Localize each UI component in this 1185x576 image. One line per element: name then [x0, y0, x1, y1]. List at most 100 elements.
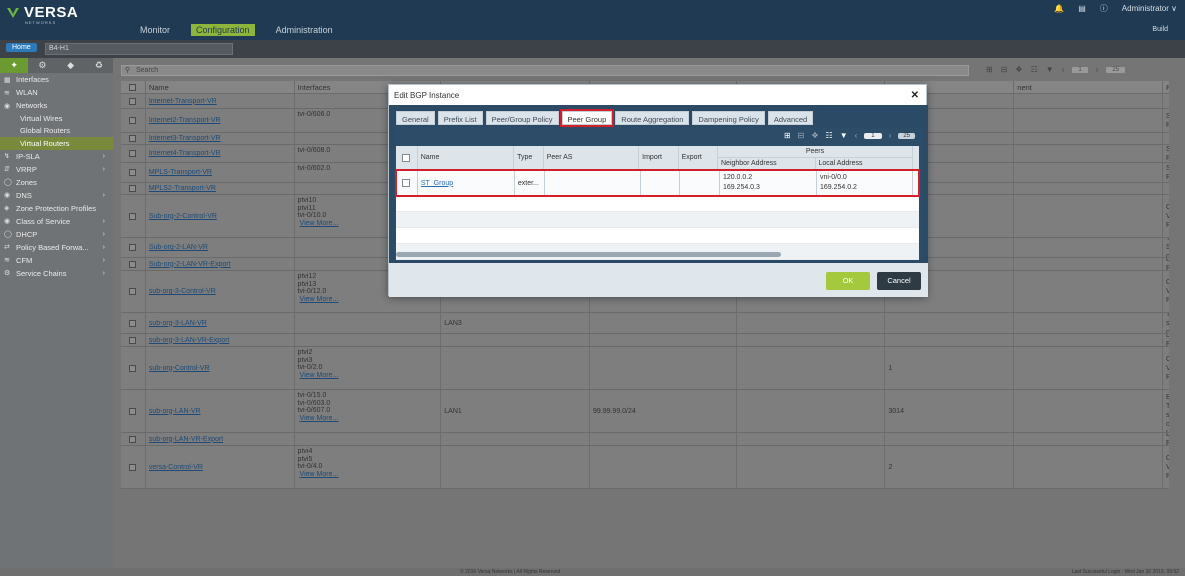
tab-prefix-list[interactable]: Prefix List	[437, 111, 483, 125]
row-checkbox[interactable]	[129, 364, 137, 372]
row-checkbox[interactable]	[129, 117, 137, 124]
row-checkbox[interactable]	[402, 179, 411, 187]
sidebar-item-service-chains[interactable]: ⚙ Service Chains ›	[0, 267, 113, 280]
bell-icon[interactable]: 🔔	[1054, 4, 1064, 13]
cancel-button[interactable]: Cancel	[877, 272, 921, 290]
add-icon[interactable]: ⊞	[986, 65, 993, 74]
row-checkbox[interactable]	[129, 212, 137, 220]
row-checkbox[interactable]	[129, 169, 137, 176]
col-type[interactable]: Type	[514, 146, 544, 169]
row-checkbox[interactable]	[129, 288, 137, 295]
row-checkbox[interactable]	[129, 407, 137, 415]
next-page-icon[interactable]: ›	[1096, 65, 1099, 74]
tab-peer-group[interactable]: Peer Group	[559, 109, 615, 127]
col-import[interactable]: Import	[639, 146, 679, 169]
col-export[interactable]: Export	[679, 146, 718, 169]
table-row[interactable]: sub-org-Control-VR ptvi2 ptvi3 tvi-0/2.0 Vie…	[121, 347, 1169, 390]
sidebar-item-virtual-routers[interactable]: Virtual Routers	[0, 137, 113, 150]
sidebar-item-virtual-wires[interactable]: Virtual Wires	[0, 112, 113, 125]
prev-page-icon[interactable]: ‹	[855, 131, 858, 140]
router-name-link[interactable]: sub-org-Control-VR	[149, 365, 210, 372]
sidebar-item-ip-sla[interactable]: ↯ IP-SLA ›	[0, 150, 113, 163]
col-name[interactable]: Name	[418, 146, 515, 169]
tab-general[interactable]: General	[396, 111, 435, 125]
router-name-link[interactable]: Internet3-Transport-VR	[149, 135, 221, 142]
user-menu[interactable]: Administrator ∨	[1122, 4, 1177, 13]
col-7[interactable]: nent	[1014, 81, 1163, 93]
nav-administration[interactable]: Administration	[271, 24, 338, 36]
settings-tab-icon[interactable]: ♻	[84, 58, 113, 73]
close-icon[interactable]: ✕	[911, 90, 919, 101]
router-name-link[interactable]: Internet2-Transport-VR	[149, 117, 221, 124]
filter-icon[interactable]: ▼	[840, 131, 848, 140]
sidebar-item-zone-protection-profiles[interactable]: ◈ Zone Protection Profiles	[0, 202, 113, 215]
view-more-link[interactable]: View More...	[298, 471, 438, 479]
shield-tab-icon[interactable]: ◆	[56, 58, 85, 73]
col-neighbor-address[interactable]: Neighbor Address	[718, 158, 816, 170]
tab-route-aggregation[interactable]: Route Aggregation	[615, 111, 690, 125]
sidebar-item-wlan[interactable]: ≋ WLAN	[0, 86, 113, 99]
sidebar-item-dns[interactable]: ◉ DNS ›	[0, 189, 113, 202]
router-name-link[interactable]: sub-org-3-Control-VR	[149, 288, 216, 295]
page-input[interactable]: 1	[1072, 66, 1088, 73]
add-icon[interactable]: ⊞	[784, 131, 791, 140]
delete-icon[interactable]: ⊟	[798, 131, 805, 140]
router-name-link[interactable]: Sub-org-2-LAN-VR	[149, 244, 208, 251]
sidebar-item-dhcp[interactable]: ◯ DHCP ›	[0, 228, 113, 241]
router-name-link[interactable]: MPLS-Transport-VR	[149, 169, 212, 176]
page-size-select[interactable]: 25	[1106, 66, 1126, 73]
sidebar-item-cfm[interactable]: ≋ CFM ›	[0, 254, 113, 267]
router-name-link[interactable]: Internet4-Transport-VR	[149, 150, 221, 157]
tab-advanced[interactable]: Advanced	[767, 111, 814, 125]
info-icon[interactable]: ⓘ	[1100, 3, 1108, 14]
router-name-link[interactable]: Internet-Transport-VR	[149, 98, 217, 105]
tab-peer-group-policy[interactable]: Peer/Group Policy	[485, 111, 559, 125]
table-row[interactable]: versa-Control-VR ptvi4 ptvi5 tvi-0/4.0 View …	[121, 446, 1169, 489]
sidebar-item-networks[interactable]: ◉ Networks	[0, 99, 113, 112]
sidebar-item-zones[interactable]: ◯ Zones	[0, 176, 113, 189]
device-select[interactable]: B4-H1	[45, 43, 233, 55]
row-checkbox[interactable]	[129, 97, 137, 105]
peer-group-row[interactable]: ST_Group exter... 120.0.0.2 169.254.0.3 …	[395, 169, 920, 197]
page-size-select[interactable]: 25	[898, 132, 915, 139]
row-checkbox[interactable]	[129, 463, 137, 471]
home-button[interactable]: Home	[6, 43, 37, 52]
router-name-link[interactable]: sub-org-3-LAN-VR-Export	[149, 337, 230, 344]
router-name-link[interactable]: versa-Control-VR	[149, 464, 203, 471]
router-name-link[interactable]: Sub-org-2-Control-VR	[149, 213, 217, 220]
delete-icon[interactable]: ⊟	[1001, 65, 1008, 74]
table-row[interactable]: sub-org-LAN-VR-Export Default-Policy	[121, 433, 1169, 446]
router-name-link[interactable]: MPLS2-Transport-VR	[149, 185, 216, 192]
col-peer-as[interactable]: Peer AS	[544, 146, 640, 169]
row-checkbox[interactable]	[129, 185, 137, 192]
columns-icon[interactable]: ☷	[1031, 65, 1038, 74]
prev-page-icon[interactable]: ‹	[1062, 65, 1065, 74]
nav-configuration[interactable]: Configuration	[191, 24, 255, 36]
router-name-link[interactable]: Sub-org-2-LAN-VR-Export	[149, 261, 231, 268]
horizontal-scrollbar[interactable]	[396, 252, 781, 257]
search-input[interactable]: ⚲ Search	[121, 65, 969, 76]
col-local-address[interactable]: Local Address	[816, 158, 913, 170]
page-input[interactable]: 1	[864, 132, 882, 139]
clone-icon[interactable]: ❖	[811, 131, 818, 140]
router-name-link[interactable]: sub-org-LAN-VR	[149, 408, 201, 415]
row-checkbox[interactable]	[129, 336, 137, 344]
select-all-checkbox[interactable]	[402, 153, 411, 162]
versa-logo[interactable]: VERSA	[6, 4, 78, 21]
row-checkbox[interactable]	[129, 435, 137, 443]
row-checkbox[interactable]	[129, 150, 137, 157]
columns-icon[interactable]: ☷	[826, 131, 833, 140]
row-checkbox[interactable]	[129, 244, 137, 251]
sidebar-item-interfaces[interactable]: ▦ Interfaces	[0, 73, 113, 86]
document-icon[interactable]: ▤	[1078, 4, 1086, 13]
row-checkbox[interactable]	[129, 135, 137, 142]
gear-tab-icon[interactable]: ⚙	[28, 58, 57, 73]
view-more-link[interactable]: View More...	[298, 415, 438, 423]
filter-icon[interactable]: ▼	[1046, 65, 1054, 74]
col-redistribution-policies[interactable]: Redistribution Policies	[1163, 81, 1169, 93]
nav-monitor[interactable]: Monitor	[135, 24, 175, 36]
select-all-checkbox[interactable]	[129, 83, 137, 91]
network-tab-icon[interactable]: ✦	[0, 58, 29, 73]
sidebar-item-global-routers[interactable]: Global Routers	[0, 125, 113, 138]
ok-button[interactable]: OK	[826, 272, 870, 290]
